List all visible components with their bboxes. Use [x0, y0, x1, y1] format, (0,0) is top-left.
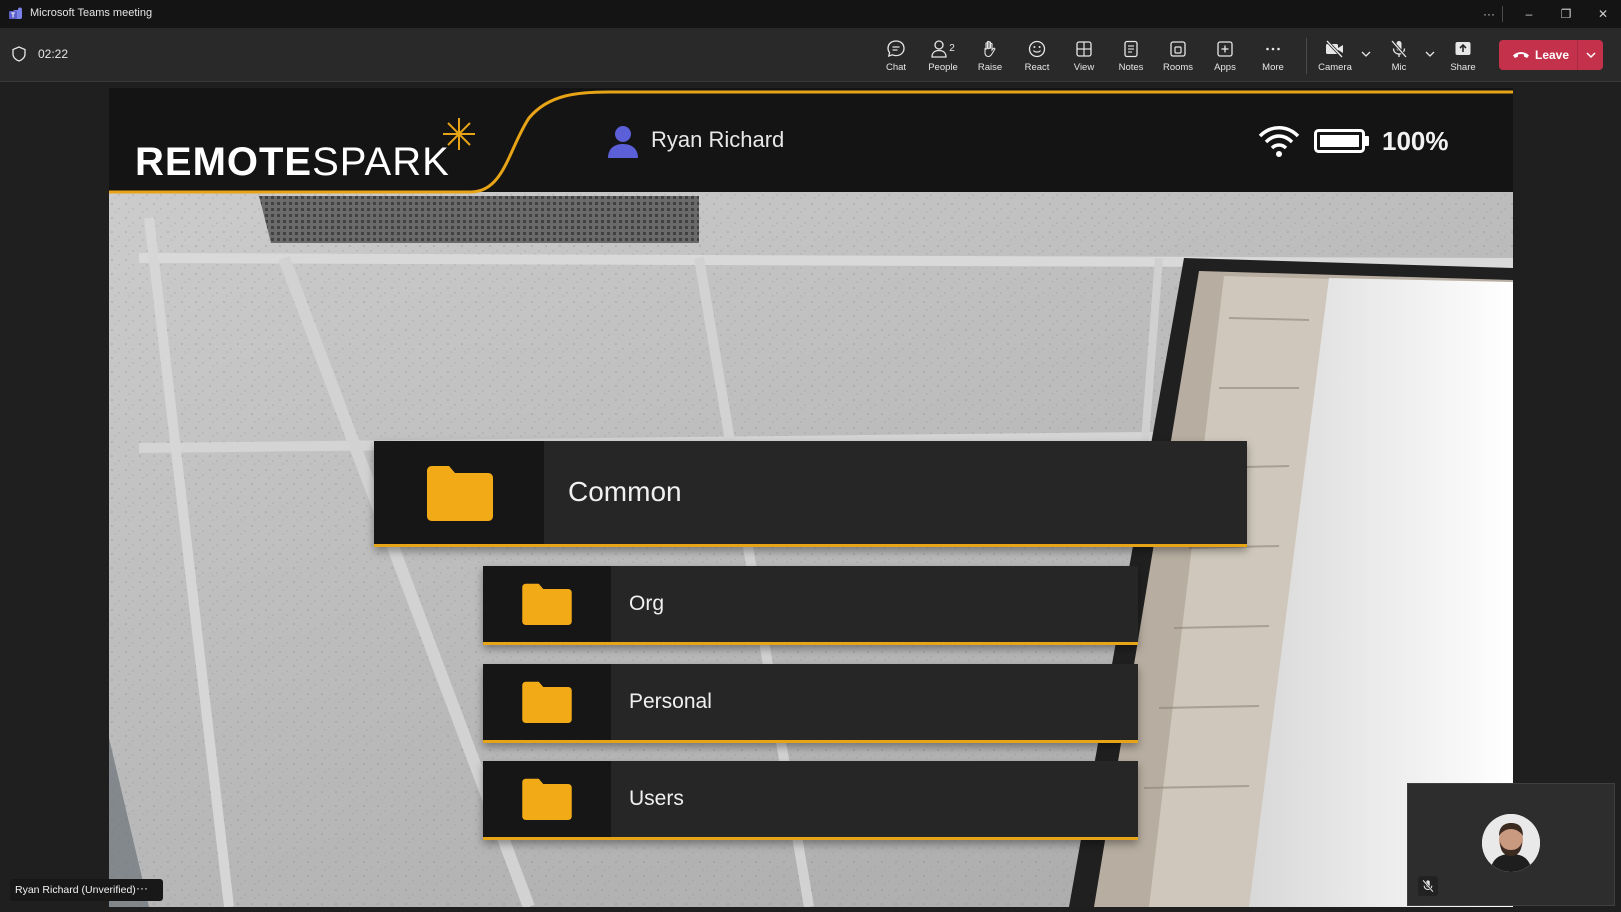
mic-off-icon: [1390, 40, 1408, 58]
avatar: [1482, 814, 1540, 872]
svg-text:T: T: [11, 13, 16, 20]
folder-item-personal[interactable]: Personal: [483, 664, 1138, 743]
rooms-button[interactable]: Rooms: [1156, 36, 1200, 76]
rooms-icon: [1170, 41, 1186, 57]
camera-label: Camera: [1318, 62, 1352, 73]
folder-icon-box: [483, 664, 611, 740]
leave-button[interactable]: Leave: [1499, 40, 1577, 70]
folder-icon: [522, 778, 572, 820]
folder-icon-box: [483, 566, 611, 642]
remote-user-name: Ryan Richard: [651, 127, 785, 152]
notes-button[interactable]: Notes: [1109, 36, 1153, 76]
leave-options-button[interactable]: [1578, 40, 1603, 70]
ellipsis-icon: [1266, 47, 1280, 51]
react-button[interactable]: React: [1015, 36, 1059, 76]
participant-more-button[interactable]: ···: [136, 881, 148, 895]
folder-icon: [522, 681, 572, 723]
chevron-down-icon: [1586, 52, 1596, 59]
share-button[interactable]: Share: [1441, 36, 1485, 76]
folder-label: Personal: [629, 690, 712, 713]
smiley-icon: [1028, 40, 1046, 58]
toolbar-divider: [1306, 38, 1307, 74]
window-title: Microsoft Teams meeting: [30, 7, 153, 19]
avatar-image: [1482, 814, 1540, 872]
leave-label: Leave: [1535, 48, 1570, 62]
folder-icon: [522, 583, 572, 625]
folder-icon-box: [483, 761, 611, 837]
self-mic-status: [1418, 876, 1438, 896]
people-button[interactable]: 2 People: [921, 36, 965, 76]
notes-icon: [1124, 40, 1138, 58]
share-icon: [1455, 42, 1471, 55]
folder-label: Users: [629, 787, 684, 810]
raise-label: Raise: [977, 62, 1003, 73]
people-label: People: [928, 62, 958, 73]
teams-logo: T: [9, 7, 22, 20]
folder-icon-box: [374, 441, 544, 544]
notes-label: Notes: [1118, 62, 1144, 73]
minimize-button[interactable]: –: [1515, 4, 1543, 24]
title-divider: [1502, 6, 1503, 22]
folder-label: Common: [568, 476, 682, 507]
camera-button[interactable]: Camera: [1313, 36, 1357, 76]
people-icon: 2: [931, 40, 955, 58]
title-bar: T Microsoft Teams meeting ··· – ❐ ✕: [0, 0, 1621, 28]
window-more-button[interactable]: ···: [1475, 4, 1503, 24]
folder-icon: [427, 466, 493, 521]
participant-name-tag[interactable]: Ryan Richard (Unverified) ···: [10, 879, 163, 901]
mic-label: Mic: [1391, 62, 1407, 73]
share-label: Share: [1450, 62, 1476, 73]
camera-options-chevron-down-icon[interactable]: [1359, 47, 1373, 61]
mic-off-icon: [1422, 879, 1434, 893]
folder-item-common[interactable]: Common: [374, 441, 1247, 547]
more-button[interactable]: More: [1251, 36, 1295, 76]
people-count: 2: [949, 43, 955, 54]
hand-icon: [984, 40, 996, 58]
shared-video-feed: REMOTESPARK Ryan Richard 100% Common Org: [109, 88, 1513, 907]
user-icon: [608, 126, 638, 158]
participant-name: Ryan Richard (Unverified): [15, 884, 136, 896]
apps-button[interactable]: Apps: [1203, 36, 1247, 76]
close-button[interactable]: ✕: [1589, 4, 1617, 24]
raise-button[interactable]: Raise: [968, 36, 1012, 76]
view-button[interactable]: View: [1062, 36, 1106, 76]
grid-icon: [1076, 41, 1092, 57]
mic-options-chevron-down-icon[interactable]: [1423, 47, 1437, 61]
phone-hangup-icon: [1513, 52, 1529, 58]
battery-percentage: 100%: [1382, 126, 1449, 156]
chat-label: Chat: [885, 62, 907, 73]
shield-icon[interactable]: [12, 46, 26, 62]
camera-off-icon: [1325, 39, 1344, 59]
apps-icon: [1217, 41, 1233, 57]
leave-button-group: Leave: [1499, 40, 1603, 70]
rooms-label: Rooms: [1162, 62, 1194, 73]
mic-button[interactable]: Mic: [1377, 36, 1421, 76]
folder-item-users[interactable]: Users: [483, 761, 1138, 840]
self-view-tile[interactable]: [1407, 783, 1615, 906]
apps-label: Apps: [1214, 62, 1236, 73]
meeting-timer: 02:22: [38, 47, 69, 61]
folder-label: Org: [629, 592, 665, 615]
view-label: View: [1073, 62, 1095, 73]
folder-item-org[interactable]: Org: [483, 566, 1138, 645]
wifi-icon: [1258, 126, 1300, 157]
chat-button[interactable]: Chat: [874, 36, 918, 76]
restore-button[interactable]: ❐: [1552, 4, 1580, 24]
chat-icon: [887, 40, 905, 57]
more-label: More: [1262, 62, 1284, 73]
react-label: React: [1024, 62, 1050, 73]
battery-icon: [1314, 129, 1369, 153]
remotespark-logo: REMOTESPARK: [135, 140, 450, 184]
